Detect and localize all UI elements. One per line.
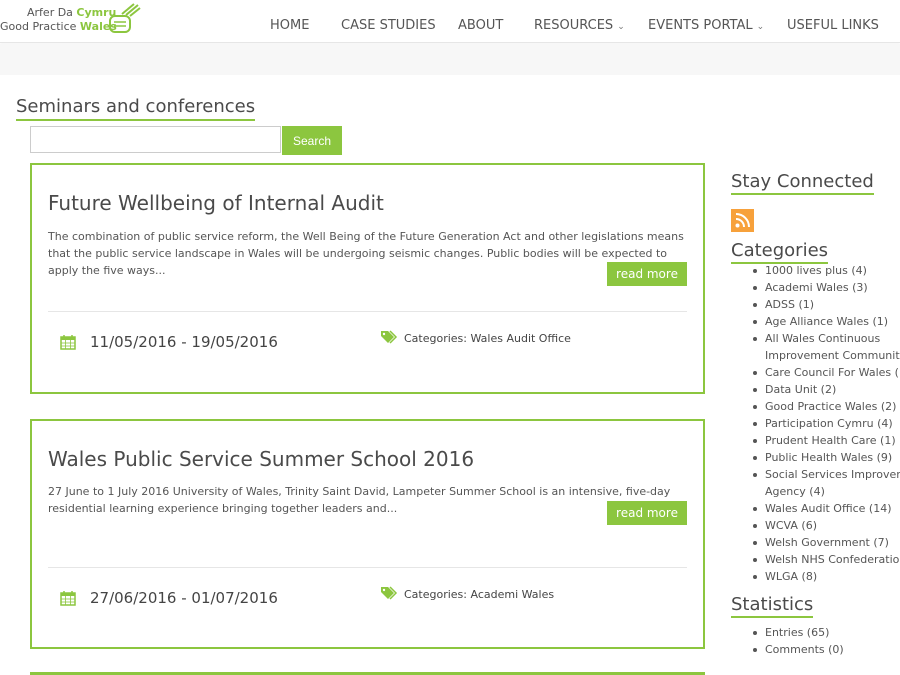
event-description: 27 June to 1 July 2016 University of Wal… [48,485,671,515]
rss-icon[interactable] [731,209,754,232]
category-item[interactable]: Participation Cymru (4) [753,415,900,432]
statistics-list: Entries (65) Comments (0) [753,624,844,658]
tags-icon [381,330,398,344]
category-item[interactable]: Welsh Government (7) [753,534,900,551]
category-item[interactable]: Academi Wales (3) [753,279,900,296]
categories-list: 1000 lives plus (4) Academi Wales (3) AD… [753,262,900,585]
category-item[interactable]: Data Unit (2) [753,381,900,398]
search-button[interactable]: Search [282,126,342,155]
stay-connected-heading: Stay Connected [731,171,874,195]
tags-icon [381,586,398,600]
category-item[interactable]: Welsh NHS Confederation [753,551,900,568]
nav-case-studies[interactable]: CASE STUDIES [341,18,436,33]
search-input[interactable] [30,126,281,153]
category-item-continued[interactable]: Improvement Community [753,347,900,364]
logo-line-1: Arfer Da Cymru [27,6,117,19]
chevron-down-icon: ⌄ [756,22,765,32]
event-title[interactable]: Wales Public Service Summer School 2016 [48,447,474,471]
category-item[interactable]: Wales Audit Office (14) [753,500,900,517]
statistics-item: Comments (0) [753,641,844,658]
event-title[interactable]: Future Wellbeing of Internal Audit [48,191,384,215]
category-item[interactable]: Good Practice Wales (2) [753,398,900,415]
category-item[interactable]: All Wales Continuous [753,330,900,347]
event-card: Future Wellbeing of Internal Audit The c… [30,163,705,394]
category-item[interactable]: Public Health Wales (9) [753,449,900,466]
category-link[interactable]: Academi Wales [471,588,555,601]
category-item[interactable]: Prudent Health Care (1) [753,432,900,449]
site-header: Arfer Da Cymru Good Practice Wales HOME … [0,0,900,43]
category-item[interactable]: Age Alliance Wales (1) [753,313,900,330]
category-item[interactable]: Care Council For Wales (1) [753,364,900,381]
categories-heading: Categories [731,240,829,264]
category-item[interactable]: 1000 lives plus (4) [753,262,900,279]
calendar-icon [60,335,76,350]
category-item[interactable]: Social Services Improveme [753,466,900,483]
category-link[interactable]: Wales Audit Office [471,332,571,345]
statistics-heading: Statistics [731,594,814,618]
card-divider [48,311,687,312]
event-date: 27/06/2016 - 01/07/2016 [90,589,278,607]
event-date: 11/05/2016 - 19/05/2016 [90,333,278,351]
nav-resources[interactable]: RESOURCES ⌄ [534,18,625,33]
read-more-button[interactable]: read more [607,262,687,286]
statistics-item: Entries (65) [753,624,844,641]
event-description: The combination of public service reform… [48,230,684,277]
event-card: Wales Public Service Summer School 2016 … [30,419,705,649]
event-categories: Categories: Wales Audit Office [404,332,571,345]
nav-home[interactable]: HOME [270,18,309,33]
category-item[interactable]: WLGA (8) [753,568,900,585]
site-logo[interactable]: Arfer Da Cymru Good Practice Wales [0,2,145,38]
category-item-continued[interactable]: Agency (4) [753,483,900,500]
event-categories: Categories: Academi Wales [404,588,555,601]
nav-events-portal[interactable]: EVENTS PORTAL ⌄ [648,18,764,33]
card-divider [48,567,687,568]
logo-line-2: Good Practice Wales [0,20,117,33]
category-item[interactable]: ADSS (1) [753,296,900,313]
logo-leaf-icon [109,3,141,33]
page-title: Seminars and conferences [16,96,256,121]
category-item[interactable]: WCVA (6) [753,517,900,534]
nav-useful-links[interactable]: USEFUL LINKS [787,18,879,33]
chevron-down-icon: ⌄ [617,22,625,32]
nav-about[interactable]: ABOUT [458,18,503,33]
rss-feed-icon [735,213,750,228]
calendar-icon [60,591,76,606]
read-more-button[interactable]: read more [607,501,687,525]
breadcrumb-strip [0,44,900,75]
